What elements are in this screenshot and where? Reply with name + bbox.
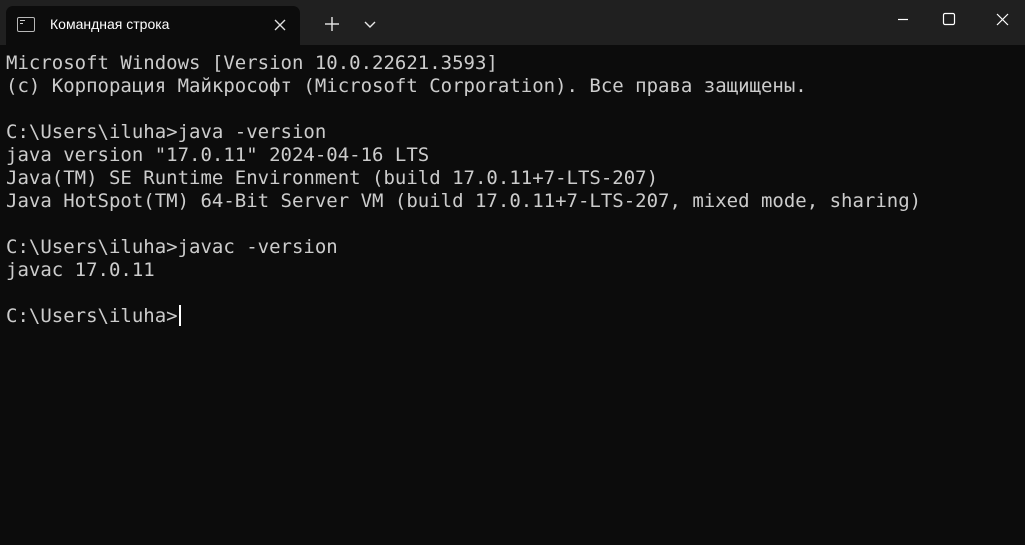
tab-dropdown-button[interactable] (351, 6, 389, 42)
console-line: (c) Корпорация Майкрософт (Microsoft Cor… (6, 75, 807, 97)
console-line: Java(TM) SE Runtime Environment (build 1… (6, 167, 659, 189)
chevron-down-icon (364, 21, 376, 28)
console-line: javac 17.0.11 (6, 259, 155, 281)
new-tab-button[interactable] (313, 6, 351, 42)
console-output[interactable]: Microsoft Windows [Version 10.0.22621.35… (6, 52, 1018, 542)
console-line: Microsoft Windows [Version 10.0.22621.35… (6, 52, 498, 74)
text-cursor (178, 305, 181, 326)
close-window-button[interactable] (979, 0, 1025, 40)
terminal-window: Командная строка Microsoft Windows [Vers… (0, 0, 1025, 545)
close-icon (996, 13, 1009, 26)
command-line: C:\Users\iluha>java -version (6, 121, 327, 143)
terminal-icon (17, 17, 35, 32)
prompt-text: C:\Users\iluha> (6, 305, 178, 327)
plus-icon (325, 17, 339, 31)
close-icon (274, 19, 286, 31)
console-line: java version "17.0.11" 2024-04-16 LTS (6, 144, 430, 166)
minimize-icon (898, 18, 908, 21)
prompt-line[interactable]: C:\Users\iluha> (6, 305, 1018, 328)
maximize-icon (942, 12, 956, 26)
minimize-button[interactable] (880, 0, 926, 40)
tab-title: Командная строка (50, 16, 170, 32)
tab-close-button[interactable] (269, 14, 291, 36)
console-line: Java HotSpot(TM) 64-Bit Server VM (build… (6, 190, 922, 212)
maximize-button[interactable] (926, 0, 972, 40)
title-bar[interactable]: Командная строка (0, 0, 1025, 45)
tab-command-prompt[interactable]: Командная строка (6, 6, 300, 45)
command-line: C:\Users\iluha>javac -version (6, 236, 338, 258)
